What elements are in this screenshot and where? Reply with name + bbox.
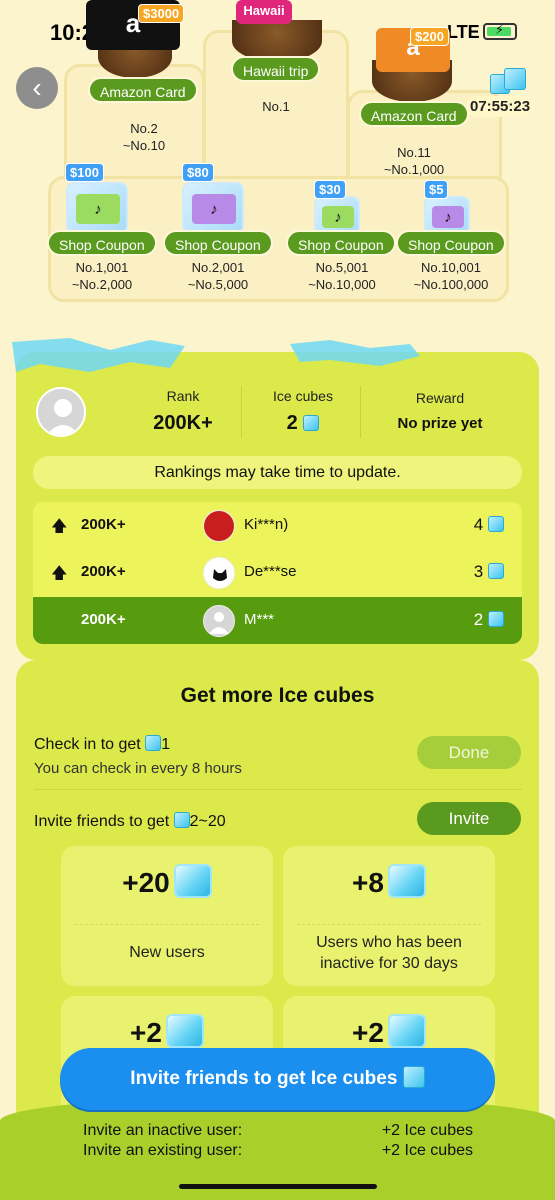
- bonus-amount: +2: [283, 1014, 495, 1049]
- ranking-notice: Rankings may take time to update.: [33, 456, 522, 489]
- hawaii-card-image: Hawaii: [236, 0, 292, 24]
- coupon-ticket-image: ♪: [182, 182, 244, 234]
- footer-value: +2 Ice cubes: [381, 1122, 473, 1139]
- coupon-range: No.1,001 ~No.2,000: [71, 260, 133, 292]
- ranking-list: 🡅 200K+ Ki***n) 4 🡅 200K+ De***se 3 200K…: [33, 502, 522, 644]
- ice-decoration: [12, 338, 420, 372]
- ranking-row-current-user: 200K+ M*** 2: [33, 597, 522, 644]
- rank-value: 200K+: [153, 412, 213, 434]
- ranking-position: 200K+: [81, 516, 126, 533]
- footer-row: Invite an existing user: +2 Ice cubes: [83, 1142, 473, 1160]
- coupon-value-tag: $5: [424, 180, 449, 199]
- reward-label: Reward: [415, 390, 465, 406]
- bonus-description: New users: [129, 944, 205, 961]
- coupon-ticket-image: ♪: [66, 182, 128, 234]
- avatar: [203, 557, 235, 589]
- prize-label: Amazon Card: [359, 101, 469, 127]
- prize-label: Amazon Card: [88, 77, 198, 103]
- coupon-label: Shop Coupon: [286, 230, 396, 256]
- ice-cube-icon: [173, 864, 212, 898]
- divider: [34, 789, 522, 790]
- battery-icon: ⚡: [483, 22, 517, 40]
- rank-label: Rank: [166, 388, 200, 404]
- countdown-timer: 07:55:23: [466, 96, 535, 117]
- user-avatar: [36, 387, 86, 437]
- coupon-range: No.10,001 ~No.100,000: [413, 260, 489, 292]
- checkin-title: Check in to get 1: [34, 735, 171, 753]
- coupon-label: Shop Coupon: [163, 230, 273, 256]
- avatar: [203, 510, 235, 542]
- prize-range: No.11 ~No.1,000: [383, 145, 445, 177]
- prize-value-tag: $200: [410, 27, 449, 46]
- section-title: Get more Ice cubes: [180, 684, 375, 707]
- ranking-position: 200K+: [81, 611, 126, 628]
- ranking-row: 🡅 200K+ De***se 3: [33, 549, 522, 596]
- network-label: LTE: [447, 22, 480, 42]
- invite-button[interactable]: Invite: [417, 802, 521, 835]
- back-button[interactable]: ‹: [16, 67, 58, 109]
- divider: [360, 386, 361, 438]
- bonus-amount: +2: [61, 1014, 273, 1049]
- divider: [241, 386, 242, 438]
- invite-friends-cta-button[interactable]: Invite friends to get Ice cubes: [60, 1048, 495, 1110]
- coupon-label: Shop Coupon: [396, 230, 506, 256]
- bonus-description: Users who has been inactive for 30 days: [316, 934, 462, 972]
- ice-cubes-icon: [486, 66, 528, 98]
- ice-cube-icon: [488, 563, 504, 579]
- ice-cube-icon: [165, 1014, 204, 1048]
- ice-cube-icon: [173, 812, 190, 828]
- checkin-subtitle: You can check in every 8 hours: [34, 760, 242, 777]
- ranking-score: 3: [474, 562, 504, 582]
- ice-cube-icon: [387, 1014, 426, 1048]
- ranking-score: 4: [474, 515, 504, 535]
- coupon-range: No.2,001 ~No.5,000: [187, 260, 249, 292]
- coupon-range: No.5,001 ~No.10,000: [308, 260, 376, 292]
- bonus-amount: +20: [61, 864, 273, 899]
- coupon-value-tag: $30: [314, 180, 346, 199]
- ranking-row: 🡅 200K+ Ki***n) 4: [33, 502, 522, 549]
- arrow-up-icon: 🡅: [51, 565, 68, 582]
- footer-label: Invite an inactive user:: [83, 1122, 243, 1139]
- prize-value-tag: $3000: [138, 4, 185, 23]
- chevron-left-icon: ‹: [32, 72, 42, 103]
- ranking-name: M***: [244, 611, 275, 628]
- home-indicator: [179, 1184, 377, 1189]
- ranking-position: 200K+: [81, 563, 126, 580]
- bonus-tile: +20 New users: [61, 846, 273, 986]
- bonus-amount: +8: [283, 864, 495, 899]
- ice-cube-icon: [488, 516, 504, 532]
- invite-title: Invite friends to get 2~20: [34, 812, 226, 830]
- checkin-done-button[interactable]: Done: [417, 736, 521, 769]
- ice-cube-icon: [303, 415, 320, 431]
- coupon-value-tag: $80: [182, 163, 214, 182]
- ice-cube-icon: [387, 864, 426, 898]
- reward-value: No prize yet: [397, 415, 483, 432]
- footer-value: +2 Ice cubes: [381, 1142, 473, 1159]
- arrow-up-icon: 🡅: [51, 518, 68, 535]
- ice-cubes-value: 2: [258, 412, 348, 435]
- avatar: [203, 605, 235, 637]
- prize-range: No.2 ~No.10: [122, 121, 166, 153]
- ranking-name: De***se: [244, 563, 297, 580]
- coupon-value-tag: $100: [65, 163, 104, 182]
- coupon-label: Shop Coupon: [47, 230, 157, 256]
- ranking-score: 2: [474, 610, 504, 630]
- ice-cubes-label: Ice cubes: [273, 388, 333, 404]
- ranking-name: Ki***n): [244, 516, 289, 533]
- ice-cube-icon: [488, 611, 504, 627]
- ice-cube-icon: [402, 1066, 425, 1088]
- prize-range: No.1: [262, 99, 290, 114]
- prize-label: Hawaii trip: [231, 56, 321, 82]
- bonus-tile: +8 Users who has been inactive for 30 da…: [283, 846, 495, 986]
- footer-row: Invite an inactive user: +2 Ice cubes: [83, 1122, 473, 1140]
- footer-label: Invite an existing user:: [83, 1142, 243, 1159]
- ice-cube-icon: [145, 735, 162, 751]
